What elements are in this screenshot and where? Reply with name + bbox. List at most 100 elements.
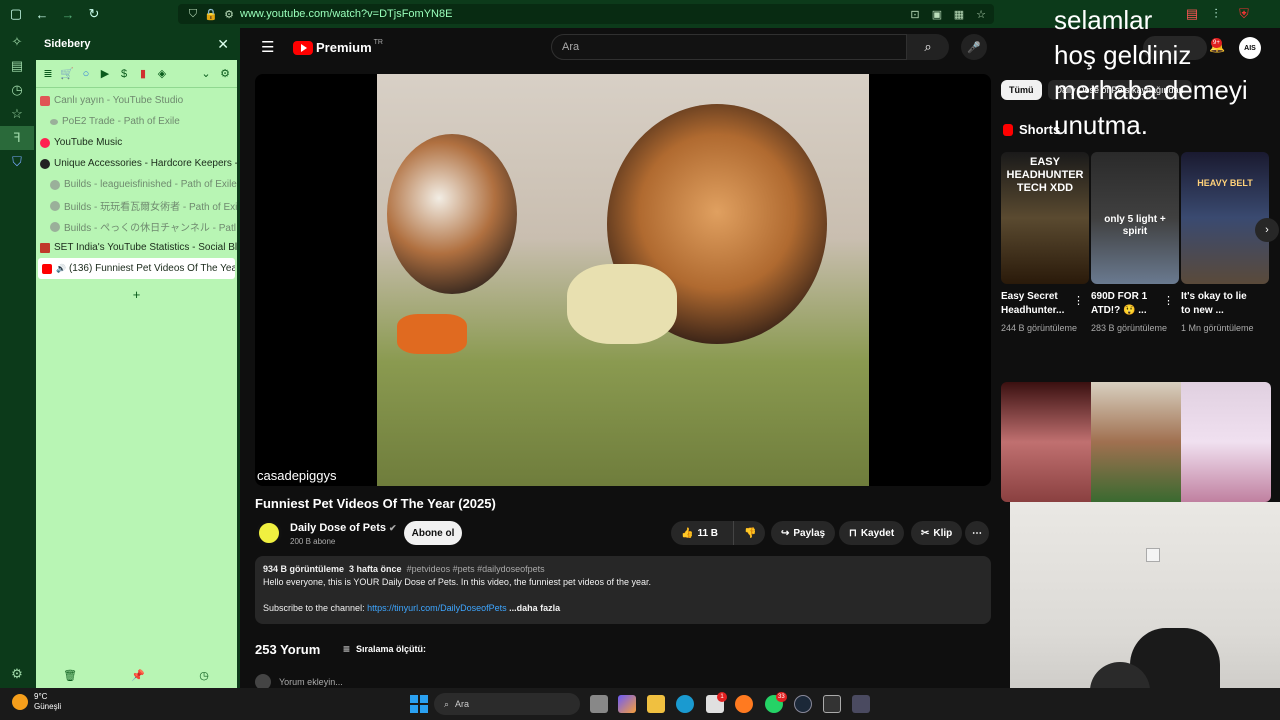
short-thumbnail-2[interactable]: only 5 light + spirit <box>1091 152 1179 284</box>
obs-icon[interactable] <box>823 695 841 713</box>
extensions-grid-icon[interactable]: ▦ <box>952 7 966 21</box>
shield-icon[interactable]: ⛉ <box>186 7 200 21</box>
spaces-icon[interactable]: ✧ <box>0 30 34 54</box>
picture-in-picture-icon[interactable]: ▣ <box>930 7 944 21</box>
channel-avatar[interactable] <box>256 520 282 546</box>
file-explorer-icon[interactable] <box>647 695 665 713</box>
screenshot-icon[interactable]: ⊡ <box>908 7 922 21</box>
short-title-3[interactable]: It's okay to lie to new ... <box>1181 290 1255 318</box>
channel-name[interactable]: Daily Dose of Pets ✔ <box>290 522 397 534</box>
search-input[interactable]: Ara <box>551 34 907 60</box>
video-description[interactable]: 934 B görüntüleme 3 hafta önce #petvideo… <box>255 556 991 624</box>
new-tab-button[interactable]: + <box>36 287 237 302</box>
dislike-button[interactable]: 👎 <box>733 521 765 545</box>
chevron-right-icon[interactable]: › <box>1255 218 1279 242</box>
youtube-logo[interactable]: Premium TR <box>293 39 383 55</box>
sort-button[interactable]: ≡ Sıralama ölçütü: <box>343 642 426 656</box>
logo-text: Premium <box>316 40 372 55</box>
show-more-link[interactable]: ...daha fazla <box>509 603 560 613</box>
browser-side-strip: ✧ ▤ ◷ ☆ ꟻ ⛉ ⚙ <box>0 28 34 688</box>
short-thumbnail-1[interactable]: EASY HEADHUNTER TECH XDD <box>1001 152 1089 284</box>
tab-youtube-music[interactable]: YouTube Music <box>36 132 237 153</box>
tab-favicon <box>40 95 50 106</box>
history-icon[interactable]: ◷ <box>0 78 34 102</box>
hashtags[interactable]: #petvideos #pets #dailydoseofpets <box>407 564 545 574</box>
subscribe-link[interactable]: https://tinyurl.com/DailyDoseofPets <box>367 603 507 613</box>
panel-flask-icon[interactable]: ▮ <box>135 66 151 82</box>
search-icon[interactable]: ⌕ <box>907 34 949 60</box>
pin-icon[interactable]: 📌 <box>131 669 145 682</box>
url-bar[interactable]: ⛉ 🔒 ⚙ www.youtube.com/watch?v=DTjsFomYN8… <box>178 4 994 24</box>
calculator-icon[interactable] <box>852 695 870 713</box>
tab-unique-accessories[interactable]: Unique Accessories - Hardcore Keepers - <box>36 153 237 174</box>
back-icon[interactable]: ← <box>32 4 52 24</box>
short-title-2[interactable]: 690D FOR 1 ATD!? 😲 ... <box>1091 290 1165 318</box>
sidebar-toggle-icon[interactable]: ▢ <box>6 4 26 24</box>
task-view-icon[interactable] <box>590 695 608 713</box>
like-button[interactable]: 👍 11 B <box>671 521 733 545</box>
video-player[interactable]: casadepiggys <box>255 74 991 486</box>
tab-socialblade[interactable]: SET India's YouTube Statistics - Social … <box>36 237 237 258</box>
edge-icon[interactable] <box>676 695 694 713</box>
tab-favicon <box>40 242 50 253</box>
tab-builds-3[interactable]: Builds - ぺっくの休日チャンネル - Patl <box>36 216 237 237</box>
panel-gamepad-icon[interactable]: ◈ <box>154 66 170 82</box>
tab-builds-1[interactable]: Builds - leagueisfinished - Path of Exil… <box>36 174 237 195</box>
short-title-1[interactable]: Easy Secret Headhunter... <box>1001 290 1075 318</box>
settings-gear-icon[interactable]: ⚙ <box>0 662 34 686</box>
tab-poe2-trade[interactable]: PoE2 Trade - Path of Exile <box>36 111 237 132</box>
weather-widget[interactable]: 9°C Güneşli <box>12 692 61 712</box>
url-text[interactable]: www.youtube.com/watch?v=DTjsFomYN8E <box>240 8 452 20</box>
reload-icon[interactable]: ↻ <box>84 4 104 24</box>
subscriber-count: 200 B abone <box>290 537 336 546</box>
save-label: Kaydet <box>860 527 895 539</box>
bitwarden-icon[interactable]: ⛉ <box>0 150 34 174</box>
lock-icon[interactable]: 🔒 <box>204 7 218 21</box>
short-menu-icon-2[interactable]: ⋮ <box>1163 294 1174 307</box>
shorts-header: Shorts <box>1003 122 1060 137</box>
short-menu-icon-1[interactable]: ⋮ <box>1073 294 1084 307</box>
bookmark-star-icon[interactable]: ☆ <box>974 7 988 21</box>
menu-icon[interactable]: ☰ <box>261 38 274 56</box>
stream-chat-overlay: selamlar hoş geldiniz merhaba demeyi unu… <box>1054 5 1248 140</box>
trash-icon[interactable]: 🗑 <box>63 669 77 682</box>
panel-list-icon[interactable]: ≣ <box>40 66 56 82</box>
steam-icon[interactable] <box>794 695 812 713</box>
save-button[interactable]: ⊓ Kaydet <box>839 521 905 545</box>
tab-favicon <box>40 158 50 169</box>
sidebery-footer: 🗑 📌 ◷ <box>36 669 236 682</box>
tab-label: Builds - leagueisfinished - Path of Exil… <box>64 179 237 190</box>
firefox-icon[interactable] <box>735 695 753 713</box>
microphone-icon[interactable]: 🎤 <box>961 34 987 60</box>
video-thumbnail[interactable] <box>1001 382 1271 502</box>
speaker-icon[interactable]: 🔊 <box>56 264 66 273</box>
thumb-panel-1 <box>1001 382 1091 502</box>
close-icon[interactable]: ✕ <box>217 36 229 53</box>
clip-button[interactable]: ✂ Klip <box>911 521 963 545</box>
chevron-down-icon[interactable]: ⌄ <box>198 66 214 82</box>
short-thumbnail-3[interactable]: HEAVY BELT <box>1181 152 1269 284</box>
panel-settings-icon[interactable]: ⚙ <box>217 66 233 82</box>
panel-circle-icon[interactable]: ○ <box>78 66 94 82</box>
start-icon[interactable] <box>410 695 428 713</box>
tabs-panel-icon[interactable]: ▤ <box>0 54 34 78</box>
subscribe-button[interactable]: Abone ol <box>404 521 462 545</box>
panel-dollar-icon[interactable]: $ <box>116 66 132 82</box>
tab-builds-2[interactable]: Builds - 玩玩看瓦爾女術者 - Path of Exi <box>36 195 237 216</box>
tab-label: Builds - 玩玩看瓦爾女術者 - Path of Exi <box>64 202 237 213</box>
video-frame[interactable] <box>377 74 869 486</box>
clock-icon[interactable]: ◷ <box>199 669 209 682</box>
share-button[interactable]: ↪ Paylaş <box>771 521 836 545</box>
permissions-icon[interactable]: ⚙ <box>222 7 236 21</box>
forward-icon[interactable]: → <box>58 4 78 24</box>
tab-funniest-pet-videos[interactable]: 🔊 (136) Funniest Pet Videos Of The Year <box>38 258 235 279</box>
bookmarks-icon[interactable]: ☆ <box>0 102 34 126</box>
copilot-icon[interactable] <box>618 695 636 713</box>
tab-youtube-studio[interactable]: Canlı yayın - YouTube Studio <box>36 90 237 111</box>
panel-cart-icon[interactable]: 🛒 <box>59 66 75 82</box>
sidebery-icon[interactable]: ꟻ <box>0 126 34 150</box>
taskbar-search[interactable]: ⌕ Ara <box>434 693 580 715</box>
more-actions-button[interactable]: ⋯ <box>965 521 989 545</box>
chip-all[interactable]: Tümü <box>1001 80 1042 100</box>
panel-play-icon[interactable]: ▶ <box>97 66 113 82</box>
